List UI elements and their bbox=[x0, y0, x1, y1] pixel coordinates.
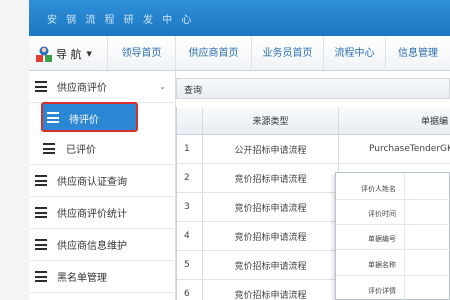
sidebar-item-pending-evaluation[interactable]: 待评价 bbox=[41, 102, 138, 132]
row-source-type: 竞价招标申请流程 bbox=[203, 193, 339, 221]
caret-down-icon: ▼ bbox=[86, 50, 92, 58]
row-index: 4 bbox=[177, 222, 203, 250]
grid-header: 来源类型 单据编 bbox=[177, 107, 450, 135]
chevron-down-icon: ⌄ bbox=[159, 82, 166, 91]
nav-supplier-home[interactable]: 供应商首页 bbox=[175, 36, 251, 71]
sidebar-item-evaluated[interactable]: 已评价 bbox=[29, 133, 176, 165]
row-index: 2 bbox=[177, 164, 203, 192]
row-index: 1 bbox=[177, 135, 203, 163]
menu-lines-icon bbox=[35, 271, 47, 282]
user-avatar-icon bbox=[36, 46, 52, 62]
sidebar-item-label: 黑名单管理 bbox=[57, 273, 107, 284]
row-doc-number: PurchaseTenderGK bbox=[369, 144, 450, 154]
header-index bbox=[177, 107, 203, 134]
evaluation-popup: 评价人姓名 评价时间 单据编号 单据名称 评价详情 bbox=[335, 172, 450, 300]
nav-leader-home[interactable]: 领导首页 bbox=[107, 36, 175, 71]
sidebar-item-label: 已评价 bbox=[66, 145, 96, 156]
popup-field-evaluation-detail[interactable]: 评价详情 bbox=[336, 279, 450, 300]
nav-menu-button[interactable]: 导 航 ▼ bbox=[35, 43, 92, 65]
sidebar-item-label: 供应商评价统计 bbox=[57, 209, 127, 220]
row-source-type: 竞价招标申请流程 bbox=[203, 280, 339, 300]
menu-lines-icon bbox=[43, 143, 55, 154]
window-edge bbox=[0, 0, 29, 300]
title-bar: 安 钢 流 程 研 发 中 心 bbox=[29, 0, 450, 36]
row-index: 6 bbox=[177, 280, 203, 300]
nav-menu-label: 导 航 bbox=[56, 48, 82, 61]
top-nav: 导 航 ▼ 领导首页 供应商首页 业务员首页 流程中心 信息管理 bbox=[29, 36, 450, 71]
field-label: 单据编号 bbox=[368, 235, 396, 243]
query-bar: 查询 bbox=[176, 78, 450, 99]
menu-lines-icon bbox=[35, 81, 47, 92]
row-source-type: 公开招标申请流程 bbox=[203, 135, 339, 163]
header-doc-number[interactable]: 单据编 bbox=[339, 107, 450, 134]
menu-lines-icon bbox=[47, 112, 59, 123]
sidebar-item-label: 供应商信息维护 bbox=[57, 241, 127, 252]
header-source-type[interactable]: 来源类型 bbox=[203, 107, 339, 134]
row-index: 3 bbox=[177, 193, 203, 221]
row-index: 5 bbox=[177, 251, 203, 279]
nav-process-center[interactable]: 流程中心 bbox=[323, 36, 385, 71]
row-source-type: 竞价招标申请流程 bbox=[203, 222, 339, 250]
menu-lines-icon bbox=[35, 207, 47, 218]
sidebar-item-label: 待评价 bbox=[69, 115, 99, 126]
sidebar-item-blacklist[interactable]: 黑名单管理 bbox=[29, 261, 176, 293]
sidebar-item-evaluation-stats[interactable]: 供应商评价统计 bbox=[29, 197, 176, 229]
field-label: 评价详情 bbox=[368, 287, 396, 295]
popup-field-doc-name[interactable]: 单据名称 bbox=[336, 253, 450, 276]
field-label: 评价时间 bbox=[368, 210, 396, 218]
app-title: 安 钢 流 程 研 发 中 心 bbox=[47, 15, 195, 26]
nav-info-management[interactable]: 信息管理 bbox=[385, 36, 450, 71]
sidebar-item-info-maintenance[interactable]: 供应商信息维护 bbox=[29, 229, 176, 261]
sidebar-group-label: 供应商评价 bbox=[57, 83, 107, 94]
row-source-type: 竞价招标申请流程 bbox=[203, 164, 339, 192]
table-row[interactable]: 1 公开招标申请流程 PurchaseTenderGK bbox=[177, 135, 450, 164]
sidebar-group-supplier-evaluation[interactable]: 供应商评价 ⌄ bbox=[29, 71, 176, 103]
sidebar-item-certification-query[interactable]: 供应商认证查询 bbox=[29, 165, 176, 197]
menu-lines-icon bbox=[35, 239, 47, 250]
popup-field-evaluator-name[interactable]: 评价人姓名 bbox=[336, 177, 450, 200]
menu-lines-icon bbox=[35, 175, 47, 186]
field-label: 单据名称 bbox=[368, 261, 396, 269]
field-label: 评价人姓名 bbox=[361, 185, 396, 193]
sidebar-item-label: 供应商认证查询 bbox=[57, 177, 127, 188]
popup-field-evaluation-time[interactable]: 评价时间 bbox=[336, 202, 450, 225]
row-source-type: 竞价招标申请流程 bbox=[203, 251, 339, 279]
nav-salesman-home[interactable]: 业务员首页 bbox=[251, 36, 323, 71]
popup-field-doc-number[interactable]: 单据编号 bbox=[336, 227, 450, 250]
query-button[interactable]: 查询 bbox=[184, 83, 202, 96]
